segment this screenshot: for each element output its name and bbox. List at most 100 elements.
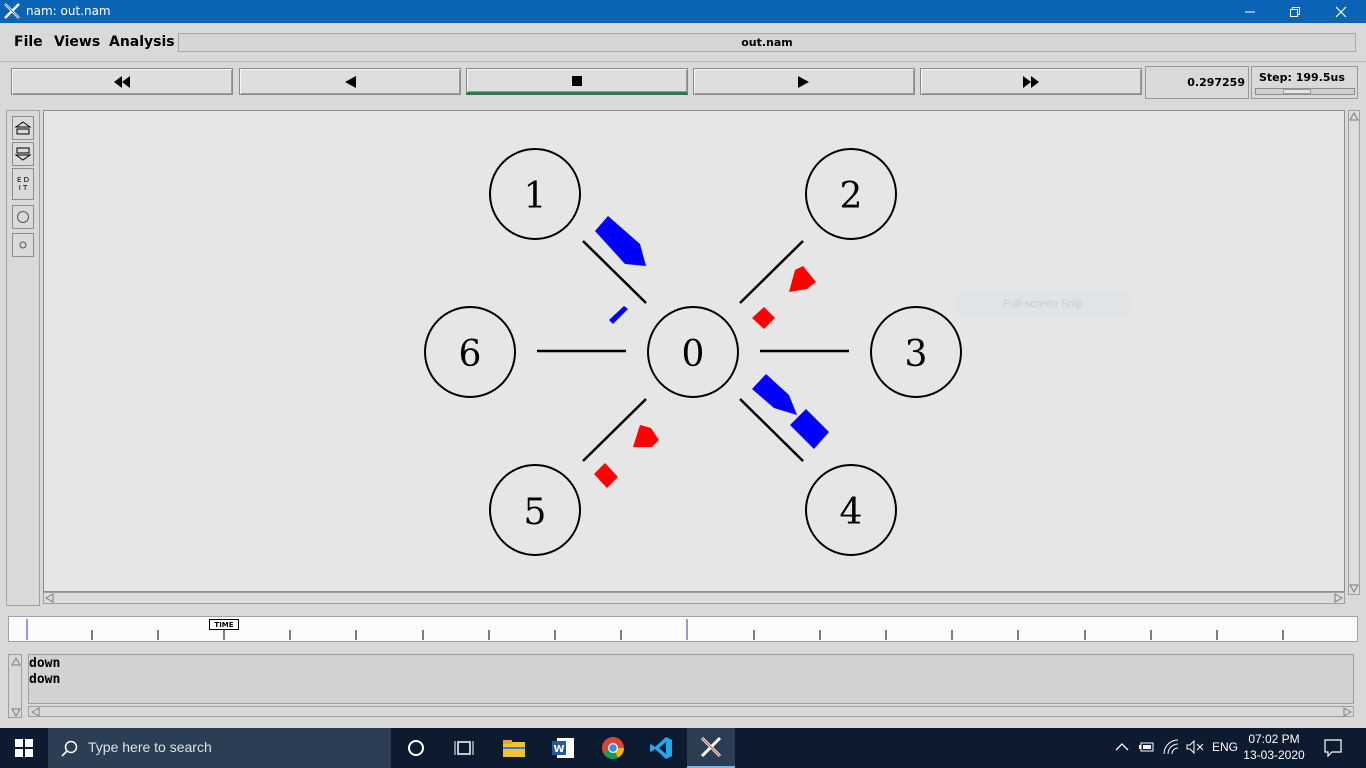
minimize-icon xyxy=(1245,11,1255,12)
packet-red-2-0 xyxy=(789,266,816,292)
step-slider-thumb[interactable] xyxy=(1283,89,1311,94)
chrome-button[interactable] xyxy=(589,728,637,768)
close-button[interactable] xyxy=(1318,0,1364,23)
zoom-out-button[interactable] xyxy=(12,142,34,166)
taskbar-search[interactable]: Type here to search xyxy=(48,728,391,768)
canvas-vertical-scrollbar[interactable] xyxy=(1348,110,1360,595)
volume-muted-icon[interactable] xyxy=(1186,740,1204,754)
node-3-label: 3 xyxy=(905,334,928,375)
file-explorer-icon xyxy=(503,740,525,757)
edit-toolbox: E DI T xyxy=(6,110,40,606)
node-6: 6 xyxy=(424,306,516,398)
show-hidden-icons-icon[interactable] xyxy=(1115,742,1129,752)
packet-blue-0-4-b xyxy=(790,409,829,449)
search-placeholder: Type here to search xyxy=(88,739,212,755)
trace-filename: out.nam xyxy=(178,33,1356,52)
node-circle-icon xyxy=(17,211,29,223)
play-backward-icon xyxy=(345,75,356,88)
battery-icon[interactable] xyxy=(1139,741,1155,753)
fast-forward-button[interactable] xyxy=(920,68,1142,95)
node-0: 0 xyxy=(647,306,739,398)
stop-button[interactable] xyxy=(466,68,688,95)
step-slider[interactable] xyxy=(1255,88,1355,95)
node-3: 3 xyxy=(870,306,962,398)
scroll-up-icon xyxy=(11,656,21,666)
add-node-button[interactable] xyxy=(12,205,34,229)
small-node-icon xyxy=(19,241,27,249)
scroll-left-icon xyxy=(30,707,40,716)
minimize-button[interactable] xyxy=(1227,0,1273,23)
zoom-in-icon xyxy=(14,121,32,135)
cortana-icon xyxy=(408,740,424,756)
time-marker[interactable]: TIME xyxy=(209,619,239,630)
edit-mode-button[interactable]: E DI T xyxy=(12,168,34,200)
clock-date: 13-03-2020 xyxy=(1243,748,1305,762)
node-1-label: 1 xyxy=(524,176,547,217)
step-back-button[interactable] xyxy=(239,68,461,95)
vscode-icon xyxy=(650,737,672,759)
time-slider[interactable]: TIME xyxy=(8,616,1358,642)
x-window-app-icon xyxy=(4,3,20,19)
link-0-5 xyxy=(582,398,647,462)
annotation-panel: down down xyxy=(8,654,1358,718)
notifications-icon[interactable] xyxy=(1324,739,1342,757)
play-icon xyxy=(798,75,809,88)
restore-button[interactable] xyxy=(1272,0,1318,23)
window-title: nam: out.nam xyxy=(26,4,111,18)
word-button[interactable]: W xyxy=(539,728,587,768)
packet-blue-0-4-a xyxy=(752,374,797,415)
cortana-button[interactable] xyxy=(392,728,440,768)
system-clock[interactable]: 07:02 PM 13-03-2020 xyxy=(1233,731,1315,763)
annotation-line[interactable]: down xyxy=(29,672,1353,688)
chrome-icon xyxy=(602,737,624,759)
packet-blue-small xyxy=(609,306,628,324)
fast-forward-icon xyxy=(1023,75,1039,88)
rewind-button[interactable] xyxy=(11,68,233,95)
zoom-in-button[interactable] xyxy=(12,116,34,140)
network-icon[interactable] xyxy=(1163,739,1181,755)
file-explorer-button[interactable] xyxy=(490,728,538,768)
node-5: 5 xyxy=(489,464,581,556)
close-icon xyxy=(1335,6,1347,17)
network-topology: 0 1 2 3 4 5 6 xyxy=(424,148,962,556)
node-0-label: 0 xyxy=(682,334,705,375)
packet-blue-1-0 xyxy=(595,216,646,266)
edit-label: E DI T xyxy=(16,176,30,192)
stop-icon xyxy=(572,75,582,86)
window-titlebar: nam: out.nam xyxy=(0,0,1366,23)
menu-views[interactable]: Views xyxy=(54,34,100,50)
scroll-right-icon xyxy=(1343,707,1353,716)
node-2: 2 xyxy=(805,148,897,240)
annotation-list[interactable]: down down xyxy=(28,654,1354,704)
annotation-vertical-scrollbar[interactable] xyxy=(8,654,22,718)
menu-analysis[interactable]: Analysis xyxy=(109,34,175,50)
annotation-horizontal-scrollbar[interactable] xyxy=(28,706,1354,717)
vscode-button[interactable] xyxy=(637,728,685,768)
packet-red-0-5-b xyxy=(594,463,618,488)
scroll-down-icon xyxy=(11,708,21,717)
node-4-label: 4 xyxy=(840,492,863,533)
nam-icon xyxy=(700,736,722,758)
node-5-label: 5 xyxy=(524,492,547,533)
play-button[interactable] xyxy=(693,68,915,95)
canvas-horizontal-scrollbar[interactable] xyxy=(43,592,1345,604)
current-time-display: 0.297259 xyxy=(1145,66,1249,99)
zoom-out-icon xyxy=(14,147,32,161)
step-label: Step: 199.5us xyxy=(1259,71,1345,84)
menu-file[interactable]: File xyxy=(14,34,43,50)
search-icon xyxy=(61,740,78,757)
rewind-icon xyxy=(114,75,130,88)
nam-taskbar-button[interactable] xyxy=(687,728,735,768)
node-1: 1 xyxy=(489,148,581,240)
snip-hint: Full-screen Snip xyxy=(957,293,1129,315)
task-view-button[interactable] xyxy=(440,728,488,768)
link-0-2 xyxy=(739,240,804,304)
word-icon: W xyxy=(552,738,574,758)
start-button[interactable] xyxy=(0,728,48,768)
annotation-line[interactable]: down xyxy=(29,656,1353,672)
node-6-label: 6 xyxy=(459,334,482,375)
restore-icon xyxy=(1290,6,1300,17)
step-control: Step: 199.5us xyxy=(1251,66,1358,99)
taskbar: Type here to search W ENG 07:02 PM 13-03… xyxy=(0,728,1366,768)
add-small-node-button[interactable] xyxy=(12,233,34,257)
